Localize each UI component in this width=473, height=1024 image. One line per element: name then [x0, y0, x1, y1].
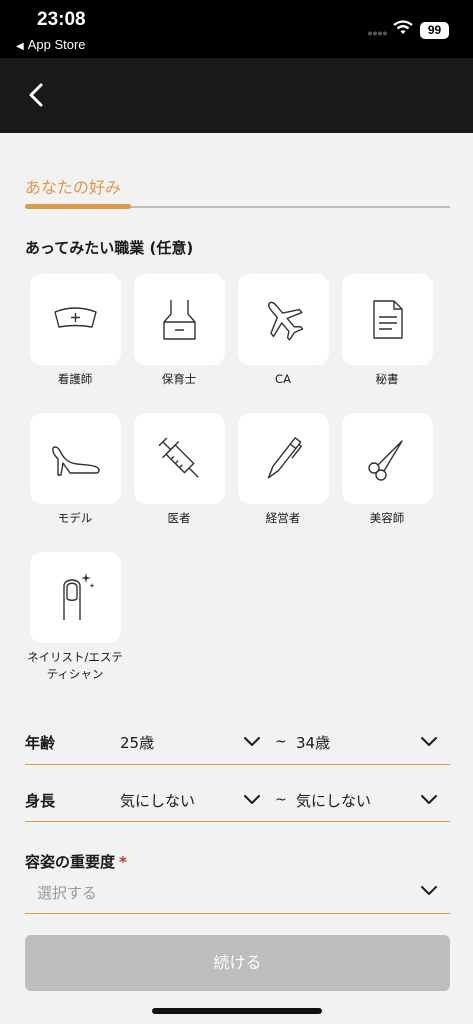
scissors-icon [368, 440, 403, 481]
job-card-nurse[interactable] [30, 274, 121, 365]
airplane-icon [268, 301, 304, 341]
job-card-nailist[interactable] [30, 552, 121, 643]
age-label: 年齢 [25, 734, 56, 752]
looks-importance-field[interactable]: 容姿の重要度 * 選択する [25, 845, 450, 914]
required-mark: * [119, 853, 127, 871]
height-row: 身長 気にしない ~ 気にしない [25, 777, 450, 822]
job-label-hairdresser: 美容師 [369, 511, 405, 525]
wifi-icon [393, 20, 413, 34]
age-from-select[interactable]: 25歳 [120, 732, 154, 753]
status-time: 23:08 [37, 9, 86, 30]
job-label-model: モデル [57, 511, 93, 525]
job-card-ca[interactable] [238, 274, 329, 365]
age-to-chevron-down-icon[interactable] [420, 736, 438, 748]
battery-indicator: 99 [420, 22, 449, 39]
pen-icon [267, 437, 303, 479]
job-card-model[interactable] [30, 413, 121, 504]
job-label-nailist-line2: ティシャン [46, 667, 104, 681]
job-card-childcare[interactable] [134, 274, 225, 365]
job-card-executive[interactable] [238, 413, 329, 504]
job-label-nurse: 看護師 [57, 372, 93, 386]
navigation-bar [0, 58, 473, 133]
looks-chevron-down-icon[interactable] [420, 885, 438, 897]
job-label-doctor: 医者 [167, 511, 191, 525]
looks-importance-label: 容姿の重要度 * [25, 851, 127, 872]
status-bar: 23:08 ◀ App Store 99 [0, 0, 473, 58]
job-label-nailist: ネイリスト/エステ ティシャン [15, 649, 135, 683]
job-card-secretary[interactable] [342, 274, 433, 365]
job-label-childcare: 保育士 [161, 372, 197, 386]
continue-button[interactable]: 続ける [25, 935, 450, 991]
age-from-chevron-down-icon[interactable] [243, 736, 261, 748]
height-to-chevron-down-icon[interactable] [420, 794, 438, 806]
age-range-separator: ~ [275, 734, 287, 750]
cellular-signal-icon [368, 31, 387, 36]
job-label-secretary: 秘書 [375, 372, 399, 386]
progress-fill [25, 204, 132, 209]
back-triangle-icon: ◀ [16, 41, 24, 52]
home-indicator [152, 1008, 322, 1014]
height-to-select[interactable]: 気にしない [296, 790, 371, 811]
document-icon [373, 300, 403, 339]
apron-icon [163, 300, 196, 340]
looks-importance-placeholder: 選択する [37, 884, 98, 902]
looks-importance-label-text: 容姿の重要度 [25, 853, 116, 871]
age-row: 年齢 25歳 ~ 34歳 [25, 720, 450, 765]
nail-icon [63, 573, 95, 620]
back-to-app-link[interactable]: ◀ App Store [16, 37, 86, 52]
job-label-ca: CA [275, 372, 291, 386]
syringe-icon [158, 437, 199, 478]
job-card-doctor[interactable] [134, 413, 225, 504]
nurse-cap-icon [54, 307, 97, 328]
high-heel-icon [52, 446, 100, 476]
job-label-executive: 経営者 [265, 511, 301, 525]
height-label: 身長 [25, 792, 56, 810]
back-app-label: App Store [27, 37, 86, 52]
height-from-select[interactable]: 気にしない [120, 790, 195, 811]
back-chevron-icon[interactable] [22, 80, 52, 110]
section-title: あなたの好み [25, 178, 122, 197]
job-label-nailist-line1: ネイリスト/エステ [27, 650, 123, 664]
height-from-chevron-down-icon[interactable] [243, 794, 261, 806]
height-range-separator: ~ [275, 792, 287, 808]
job-card-hairdresser[interactable] [342, 413, 433, 504]
jobs-heading: あってみたい職業 (任意) [25, 239, 194, 257]
age-to-select[interactable]: 34歳 [296, 732, 330, 753]
